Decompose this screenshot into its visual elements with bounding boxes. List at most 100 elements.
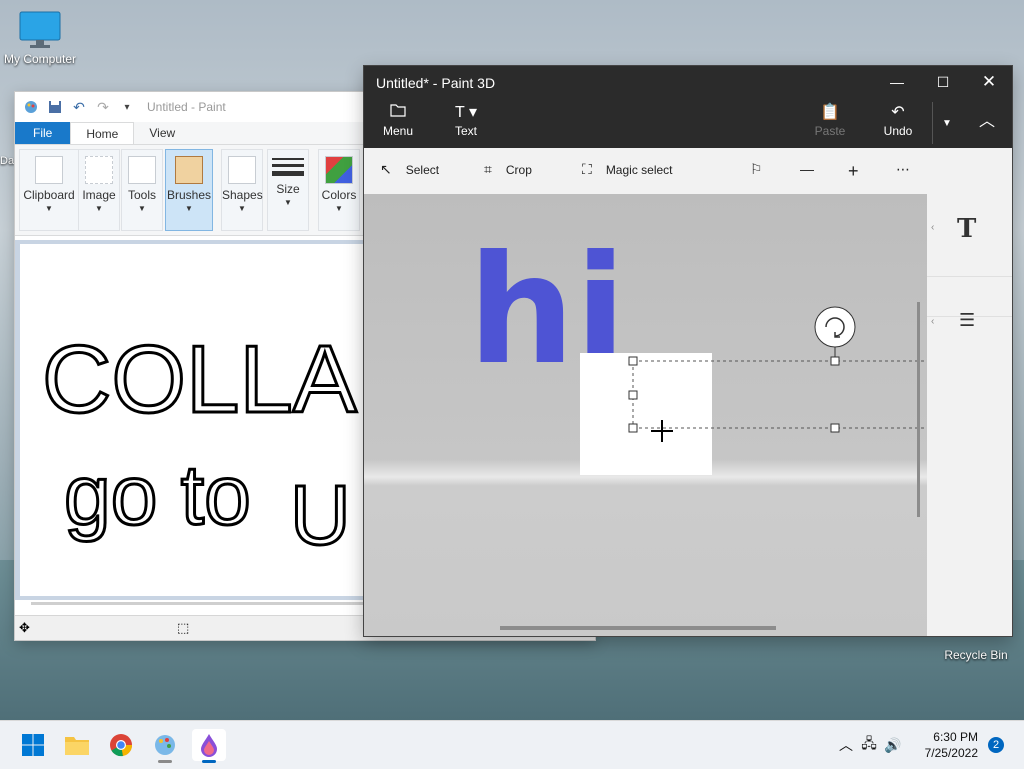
text-tool-panel[interactable]: ‹ T: [927, 194, 1012, 277]
paint3d-drop-icon: [201, 734, 217, 757]
more-icon: ⋯: [896, 161, 910, 177]
group-shapes[interactable]: Shapes ▼: [221, 149, 263, 231]
white-canvas-patch: [580, 353, 712, 475]
flag-icon: ⚐: [750, 161, 763, 177]
handwriting-line-1: COLLAB: [42, 326, 366, 433]
group-colors[interactable]: Colors ▼: [318, 149, 360, 231]
group-image[interactable]: Image ▼: [78, 149, 120, 231]
taskbar-file-explorer[interactable]: [60, 729, 94, 761]
chevron-down-icon: ▼: [284, 198, 292, 207]
group-size[interactable]: Size ▼: [267, 149, 309, 231]
crop-icon: ⌗: [484, 161, 492, 177]
network-icon[interactable]: 🖧: [856, 733, 882, 757]
chevron-up-icon: ︿: [978, 113, 995, 130]
taskbar-paint[interactable]: [148, 729, 182, 763]
chrome-icon: [110, 734, 133, 757]
tab-view[interactable]: View: [134, 122, 190, 144]
folder-icon: [368, 102, 428, 124]
handwriting-drawing: COLLAB go to U: [41, 325, 423, 564]
chevron-down-icon: ▼: [138, 204, 146, 213]
paint3d-title: Untitled* - Paint 3D: [376, 75, 496, 91]
paint3d-window: Untitled* - Paint 3D — ☐ ✕ Menu T ▾ Text…: [364, 66, 1012, 636]
more-options-button[interactable]: ⋯: [896, 161, 910, 178]
paint3d-toolbar: ↖ Select ⌗ Crop ⛶ Magic select ⚐ — + ⋯: [364, 148, 1012, 194]
taskbar-clock[interactable]: 6:30 PM 7/25/2022: [925, 729, 978, 761]
text-tool-icon: T: [957, 214, 977, 244]
cursor-position-icon: ✥: [19, 620, 30, 635]
text-icon: T ▾: [455, 104, 477, 121]
scene-3d: hi: [468, 224, 927, 475]
taskbar-paint3d[interactable]: [192, 729, 226, 763]
tab-home[interactable]: Home: [70, 122, 135, 144]
paste-button[interactable]: 📋 Paste: [800, 102, 860, 144]
menu-button[interactable]: Menu: [368, 102, 428, 144]
select-tool-button[interactable]: ↖ Select: [380, 161, 439, 178]
desktop-icon-partial[interactable]: Da: [0, 155, 14, 167]
taskbar: ︿ 🖧 🔊 6:30 PM 7/25/2022 2: [0, 720, 1024, 769]
paint-canvas[interactable]: COLLAB go to U: [20, 244, 423, 596]
chevron-down-icon: ▼: [45, 204, 53, 213]
paint-title: Untitled - Paint: [147, 100, 226, 114]
zoom-out-button[interactable]: —: [800, 161, 814, 177]
notification-badge[interactable]: 2: [988, 737, 1004, 753]
collapse-toolbar-button[interactable]: ︿: [964, 102, 1010, 144]
group-clipboard[interactable]: Clipboard ▼: [19, 149, 79, 231]
windows-logo-icon: [22, 734, 44, 756]
handwriting-line-2: go to: [64, 448, 251, 542]
panel-chevron-icon: ‹: [931, 316, 935, 327]
folder-icon: [65, 737, 89, 755]
cursor-icon: ↖: [380, 161, 392, 177]
plus-icon: +: [848, 161, 859, 181]
settings-panel[interactable]: ‹ ☰: [927, 276, 1012, 330]
paint3d-canvas[interactable]: hi: [364, 194, 927, 636]
desktop-icon-label: Da: [0, 155, 15, 167]
start-button[interactable]: [16, 729, 50, 761]
view-3d-button[interactable]: ⚐: [750, 161, 763, 178]
taskbar-chrome[interactable]: [104, 729, 138, 761]
running-indicator: [202, 760, 216, 763]
chevron-down-icon: ▼: [942, 118, 952, 129]
text-button[interactable]: T ▾ Text: [436, 102, 496, 144]
desktop-icon-label: My Computer: [3, 52, 77, 66]
undo-icon[interactable]: ↶: [71, 99, 87, 115]
customize-qat-icon[interactable]: ▾: [119, 99, 135, 115]
group-tools[interactable]: Tools ▼: [121, 149, 163, 231]
rotate-handle-icon[interactable]: [814, 306, 856, 357]
paint3d-vertical-scrollbar[interactable]: [917, 302, 920, 517]
chevron-down-icon: ▼: [335, 204, 343, 213]
paint3d-side-panel: ‹ T ‹ ☰: [927, 194, 1012, 636]
show-hidden-icons-icon[interactable]: ︿: [836, 735, 856, 755]
chevron-down-icon: ▼: [238, 204, 246, 213]
group-brushes[interactable]: Brushes ▼: [165, 149, 213, 231]
desktop-icon-my-computer[interactable]: My Computer: [2, 10, 78, 66]
tab-file[interactable]: File: [15, 122, 71, 144]
handwriting-line-2-tail: U: [290, 468, 351, 562]
redo-icon[interactable]: ↷: [95, 99, 111, 115]
line-size-icon: [272, 158, 304, 176]
running-indicator: [158, 760, 172, 763]
chevron-down-icon: ▼: [185, 204, 193, 213]
paint3d-header: Untitled* - Paint 3D — ☐ ✕ Menu T ▾ Text…: [364, 66, 1012, 148]
paint-app-icon: [23, 99, 39, 115]
desktop-icon-label: Recycle Bin: [944, 648, 1008, 662]
adjust-sliders-icon: ☰: [959, 310, 976, 330]
selection-size-icon: ⬚: [177, 620, 190, 635]
paint-horizontal-scrollbar[interactable]: [31, 602, 371, 605]
zoom-in-button[interactable]: +: [848, 161, 859, 182]
save-icon[interactable]: [47, 99, 63, 115]
clipboard-icon: [35, 156, 63, 184]
volume-icon[interactable]: 🔊: [882, 737, 904, 754]
maximize-button[interactable]: ☐: [920, 66, 966, 98]
crop-tool-button[interactable]: ⌗ Crop: [484, 161, 532, 178]
palette-icon: [325, 156, 353, 184]
brush-icon: [175, 156, 203, 184]
paint3d-horizontal-scrollbar[interactable]: [500, 626, 776, 630]
clock-date: 7/25/2022: [924, 746, 978, 760]
close-button[interactable]: ✕: [966, 66, 1012, 98]
paint-palette-icon: [155, 735, 175, 755]
monitor-icon: [19, 11, 61, 48]
undo-button[interactable]: ↶ Undo: [868, 102, 928, 144]
magic-select-tool-button[interactable]: ⛶ Magic select: [582, 161, 673, 178]
history-dropdown-button[interactable]: ▼: [932, 102, 961, 144]
minimize-button[interactable]: —: [874, 66, 920, 98]
